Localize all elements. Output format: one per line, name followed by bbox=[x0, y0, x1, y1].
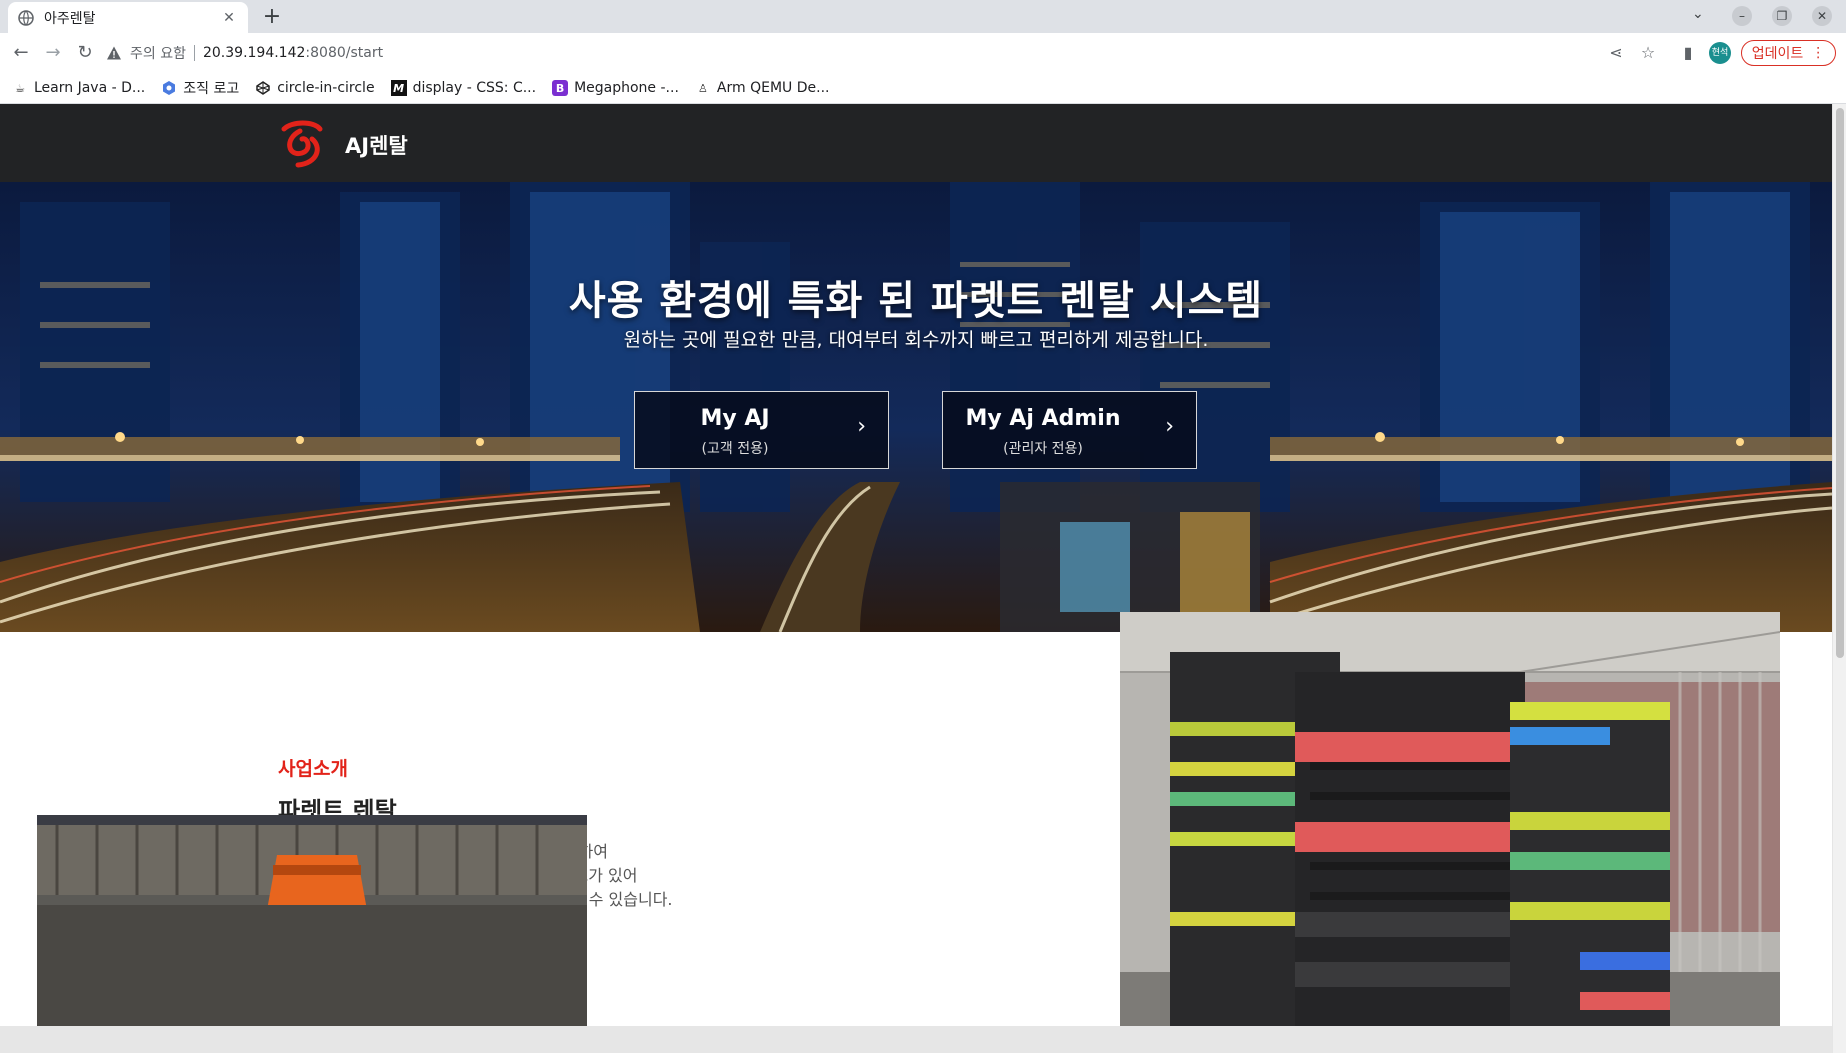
url-host: 20.39.194.142 bbox=[202, 45, 306, 61]
page-scrollbar[interactable] bbox=[1832, 104, 1846, 1053]
share-icon[interactable]: ⋖ bbox=[1606, 43, 1626, 63]
my-aj-sublabel: (고객 전용) bbox=[701, 441, 769, 457]
my-aj-admin-sublabel: (관리자 전용) bbox=[1003, 441, 1083, 457]
my-aj-admin-label: My Aj Admin bbox=[965, 406, 1121, 431]
section-divider-band bbox=[0, 1026, 1832, 1053]
update-button[interactable]: 업데이트 ⋮ bbox=[1741, 40, 1836, 66]
pallet-stack-image bbox=[1120, 612, 1780, 1053]
warning-icon bbox=[107, 46, 121, 60]
bookmark-item[interactable]: B Megaphone -... bbox=[552, 80, 679, 96]
forward-arrow-icon[interactable]: → bbox=[40, 40, 66, 66]
codepen-icon bbox=[255, 80, 271, 96]
tab-close-icon[interactable]: ✕ bbox=[220, 10, 238, 26]
city-night-image bbox=[0, 182, 1832, 632]
tab-search-chevron-icon[interactable]: ⌄ bbox=[1692, 6, 1704, 22]
reload-icon[interactable]: ↻ bbox=[72, 40, 98, 66]
address-divider bbox=[193, 45, 195, 61]
scrollbar-thumb[interactable] bbox=[1836, 108, 1844, 658]
hero-banner: 사용 환경에 특화 된 파렛트 렌탈 시스템 원하는 곳에 필요한 만큼, 대여… bbox=[0, 182, 1832, 632]
bookmark-item[interactable]: circle-in-circle bbox=[255, 80, 375, 96]
back-arrow-icon[interactable]: ← bbox=[8, 40, 34, 66]
bookmark-star-icon[interactable]: ☆ bbox=[1638, 43, 1658, 63]
restore-icon[interactable]: ❐ bbox=[1772, 6, 1792, 26]
aj-logo-icon[interactable] bbox=[278, 117, 330, 169]
my-aj-button[interactable]: My AJ (고객 전용) › bbox=[634, 391, 889, 469]
chevron-right-icon: › bbox=[857, 414, 866, 439]
bookmarks-bar: ☕ Learn Java - D... 조직 로고 circle-in-circ… bbox=[0, 73, 1846, 104]
section-label: 사업소개 bbox=[278, 758, 348, 780]
new-tab-button[interactable]: + bbox=[258, 4, 286, 32]
org-logo-icon bbox=[161, 80, 177, 96]
url-path: :8080/start bbox=[305, 45, 384, 61]
address-bar[interactable]: 주의 요함 20.39.194.142:8080/start bbox=[106, 38, 1606, 68]
page-viewport: AJ렌탈 사용 환경에 특화 된 파렛트 렌탈 시스템 원하는 곳에 필요한 만… bbox=[0, 104, 1846, 1053]
bookmark-item[interactable]: M display - CSS: C... bbox=[390, 80, 536, 96]
browser-toolbar: ← → ↻ 주의 요함 20.39.194.142:8080/start ⋖ ☆… bbox=[0, 33, 1846, 73]
mdn-icon: M bbox=[390, 80, 407, 96]
menu-kebab-icon: ⋮ bbox=[1811, 45, 1826, 61]
bookmark-item[interactable]: ☕ Learn Java - D... bbox=[12, 80, 145, 96]
my-aj-admin-button[interactable]: My Aj Admin (관리자 전용) › bbox=[942, 391, 1197, 469]
minimize-icon[interactable]: – bbox=[1732, 6, 1752, 26]
browser-tab-strip: 아주렌탈 ✕ + ⌄ – ❐ ✕ bbox=[0, 0, 1846, 33]
window-close-icon[interactable]: ✕ bbox=[1812, 6, 1832, 26]
megaphone-icon: B bbox=[552, 80, 569, 96]
construction-site-image bbox=[37, 815, 587, 1053]
hero-subtitle: 원하는 곳에 필요한 만큼, 대여부터 회수까지 빠르고 편리하게 제공합니다. bbox=[623, 329, 1209, 351]
hero-title: 사용 환경에 특화 된 파렛트 렌탈 시스템 bbox=[568, 278, 1264, 324]
security-label: 주의 요함 bbox=[130, 46, 186, 62]
side-panel-icon[interactable]: ▮ bbox=[1678, 43, 1698, 63]
tab-title: 아주렌탈 bbox=[44, 10, 96, 27]
profile-avatar[interactable]: 현석 bbox=[1709, 42, 1731, 64]
globe-icon bbox=[18, 9, 34, 26]
my-aj-label: My AJ bbox=[700, 406, 770, 431]
bookmark-item[interactable]: 조직 로고 bbox=[161, 78, 239, 98]
site-header: AJ렌탈 bbox=[0, 104, 1832, 182]
bookmark-item[interactable]: ♙ Arm QEMU De... bbox=[695, 80, 830, 96]
linux-icon: ♙ bbox=[697, 81, 708, 95]
java-icon: ☕ bbox=[15, 81, 25, 95]
brand-name[interactable]: AJ렌탈 bbox=[345, 130, 408, 160]
chevron-right-icon: › bbox=[1165, 414, 1174, 439]
update-label: 업데이트 bbox=[1751, 46, 1804, 62]
browser-tab[interactable]: 아주렌탈 ✕ bbox=[8, 2, 248, 33]
